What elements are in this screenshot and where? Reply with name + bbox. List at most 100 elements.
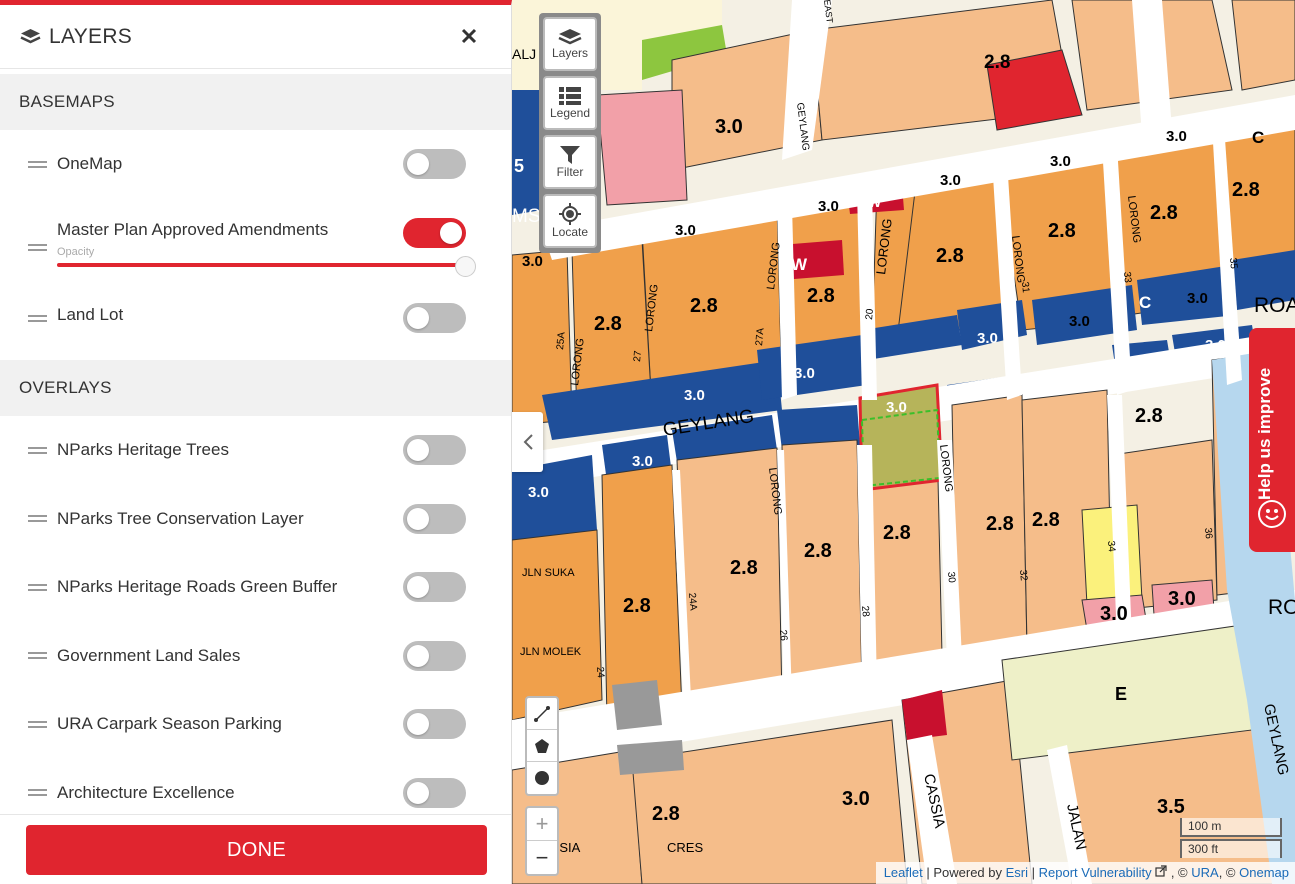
plot-ratio-label: 2.8 xyxy=(807,285,835,307)
street-label: JLN MOLEK xyxy=(520,646,582,658)
layer-label: Land Lot xyxy=(57,305,124,324)
plot-ratio-label: 3.0 xyxy=(886,399,907,416)
street-number: 33 xyxy=(1121,271,1133,283)
architecture-excellence-toggle[interactable] xyxy=(403,777,466,808)
layers-list[interactable]: BASEMAPS OneMap Master Plan Approved Ame… xyxy=(0,74,511,819)
map-canvas[interactable]: 3.0 2.8 3.0 3.0 2.8 3.0 2.8 3.0 2.8 2.8 … xyxy=(512,0,1295,884)
draw-circle-button[interactable] xyxy=(527,762,557,794)
layer-row-onemap: OneMap xyxy=(0,130,511,198)
zone-label: 5 xyxy=(514,156,524,176)
drag-handle-icon[interactable] xyxy=(28,583,47,591)
zone-label: W xyxy=(791,255,808,274)
feedback-tab[interactable]: Help us improve xyxy=(1249,328,1295,552)
plot-ratio-label: 2.8 xyxy=(986,513,1014,535)
drag-handle-icon[interactable] xyxy=(28,720,47,728)
layer-row-heritage-roads: NParks Heritage Roads Green Buffer xyxy=(0,553,511,621)
zone-label: C xyxy=(1115,352,1127,371)
attribution-text: | Powered by xyxy=(922,865,1006,880)
plot-ratio-label: 3.0 xyxy=(940,172,961,189)
zoom-out-button[interactable]: − xyxy=(527,841,557,874)
close-panel-button[interactable] xyxy=(455,22,483,50)
zoom-in-button[interactable]: + xyxy=(527,808,557,841)
drag-handle-icon[interactable] xyxy=(28,160,47,168)
plot-ratio-label: 2.8 xyxy=(730,557,758,579)
plot-ratio-label: 3.0 xyxy=(675,222,696,239)
street-label: ALJ xyxy=(512,46,536,62)
leaflet-link[interactable]: Leaflet xyxy=(884,865,923,880)
street-label: GEYLANG xyxy=(661,406,755,441)
plot-ratio-label: 2.8 xyxy=(1032,509,1060,531)
heritage-trees-toggle[interactable] xyxy=(403,435,466,465)
street-number: 25A xyxy=(555,331,568,350)
legend-button[interactable]: Legend xyxy=(543,76,597,130)
carpark-season-parking-toggle[interactable] xyxy=(403,709,466,739)
collapse-panel-button[interactable] xyxy=(512,412,543,472)
land-lot-toggle[interactable] xyxy=(403,303,466,333)
layer-label: OneMap xyxy=(57,154,123,173)
filter-button[interactable]: Filter xyxy=(543,135,597,189)
government-land-sales-toggle[interactable] xyxy=(403,640,466,671)
heritage-roads-toggle[interactable] xyxy=(403,572,466,602)
zone-label: C xyxy=(1252,128,1264,147)
map-attribution: Leaflet | Powered by Esri | Report Vulne… xyxy=(875,862,1295,884)
drag-handle-icon[interactable] xyxy=(28,515,47,522)
smile-icon xyxy=(1258,500,1286,528)
onemap-link[interactable]: Onemap xyxy=(1239,865,1289,880)
esri-link[interactable]: Esri xyxy=(1006,865,1028,880)
street-label: RO xyxy=(1268,596,1295,619)
plot-ratio-label: 3.0 xyxy=(715,116,743,138)
layer-label: NParks Tree Conservation Layer xyxy=(57,508,304,528)
done-button[interactable]: DONE xyxy=(26,825,487,875)
draw-line-button[interactable] xyxy=(527,698,557,730)
zoom-control: + − xyxy=(525,806,559,876)
opacity-slider-thumb[interactable] xyxy=(455,256,476,277)
street-label: LORONG xyxy=(1009,235,1027,284)
locate-icon xyxy=(559,203,581,225)
chevron-left-icon xyxy=(523,434,533,450)
drag-handle-icon[interactable] xyxy=(28,446,47,454)
draw-polygon-button[interactable] xyxy=(527,730,557,762)
drag-handle-icon[interactable] xyxy=(28,244,47,251)
plot-ratio-label: 3.0 xyxy=(977,330,998,347)
street-label: LORONG xyxy=(765,242,783,291)
plot-ratio-label: 3.0 xyxy=(528,484,549,501)
ura-link[interactable]: URA xyxy=(1191,865,1218,880)
layer-row-carpark-season-parking: URA Carpark Season Parking xyxy=(0,690,511,758)
street-label: LORONG xyxy=(643,284,661,333)
onemap-toggle[interactable] xyxy=(403,149,466,179)
report-vulnerability-link[interactable]: Report Vulnerability xyxy=(1039,865,1152,880)
filter-icon xyxy=(560,146,580,164)
feedback-label: Help us improve xyxy=(1255,367,1274,500)
layer-row-land-lot: Land Lot xyxy=(0,302,511,360)
plot-ratio-label: 2.8 xyxy=(804,540,832,562)
locate-button[interactable]: Locate xyxy=(543,194,597,248)
street-label: ROA xyxy=(1254,294,1295,317)
polygon-draw-icon xyxy=(535,738,549,753)
layer-label: Architecture Excellence xyxy=(57,782,235,802)
plot-ratio-label: 2.8 xyxy=(1232,179,1260,201)
drag-handle-icon[interactable] xyxy=(28,652,47,659)
opacity-slider-track[interactable] xyxy=(57,263,465,267)
street-number: 24 xyxy=(594,666,606,678)
plot-ratio-label: 3.0 xyxy=(1187,290,1208,307)
drag-handle-icon[interactable] xyxy=(28,789,47,796)
layer-row-government-land-sales: Government Land Sales xyxy=(0,621,511,690)
tree-conservation-toggle[interactable] xyxy=(403,503,466,534)
layers-button[interactable]: Layers xyxy=(543,17,597,71)
plot-ratio-label: 3.0 xyxy=(1100,603,1128,625)
street-label: GEYLANG xyxy=(794,102,811,152)
plot-ratio-label: 3.0 xyxy=(1069,313,1090,330)
street-label: LORONG xyxy=(937,444,955,493)
master-plan-amendments-toggle[interactable] xyxy=(403,218,466,248)
plot-ratio-label: 3.0 xyxy=(794,365,815,382)
scale-metric: 100 m xyxy=(1180,818,1282,837)
drag-handle-icon[interactable] xyxy=(28,315,47,322)
layers-panel-header: LAYERS xyxy=(0,5,511,69)
locate-button-label: Locate xyxy=(551,225,589,239)
plot-ratio-label: 3.0 xyxy=(632,453,653,470)
plot-ratio-label: 2.8 xyxy=(1135,405,1163,427)
plot-ratio-label: 2.8 xyxy=(883,522,911,544)
layer-label: Government Land Sales xyxy=(57,645,241,665)
attribution-text: | xyxy=(1028,865,1039,880)
layers-icon xyxy=(20,29,41,44)
